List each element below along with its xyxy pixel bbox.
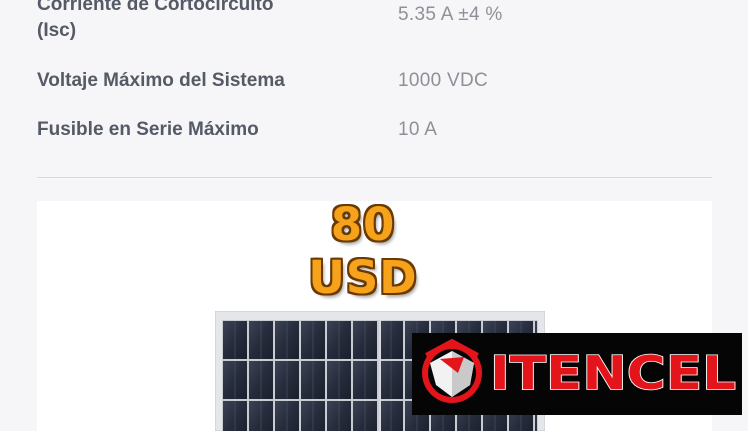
spec-row-max-series-fuse: Fusible en Serie Máximo 10 A [37,117,717,143]
spec-row-short-circuit-current: Corriente de Cortocircuito (Isc) 5.35 A … [37,0,717,52]
spec-label: Voltaje Máximo del Sistema [37,70,285,91]
spec-label-line: (Isc) [37,20,77,41]
spec-row-max-system-voltage: Voltaje Máximo del Sistema 1000 VDC [37,68,717,94]
spec-value: 1000 VDC [398,70,489,91]
section-divider [37,177,712,178]
spec-value: 5.35 A ±4 % [398,4,503,25]
price-label: 80 USD [308,201,418,304]
spec-label: Fusible en Serie Máximo [37,119,259,140]
spec-label-line: Corriente de Cortocircuito [37,0,274,15]
spec-label: Corriente de Cortocircuito (Isc) [37,0,347,44]
shield-emblem-icon [422,338,482,403]
brand-logo: ITENCEL [412,333,742,415]
spec-value: 10 A [398,119,438,140]
brand-logo-graphic: ITENCEL [422,338,737,403]
brand-logo-text: ITENCEL [490,346,736,400]
